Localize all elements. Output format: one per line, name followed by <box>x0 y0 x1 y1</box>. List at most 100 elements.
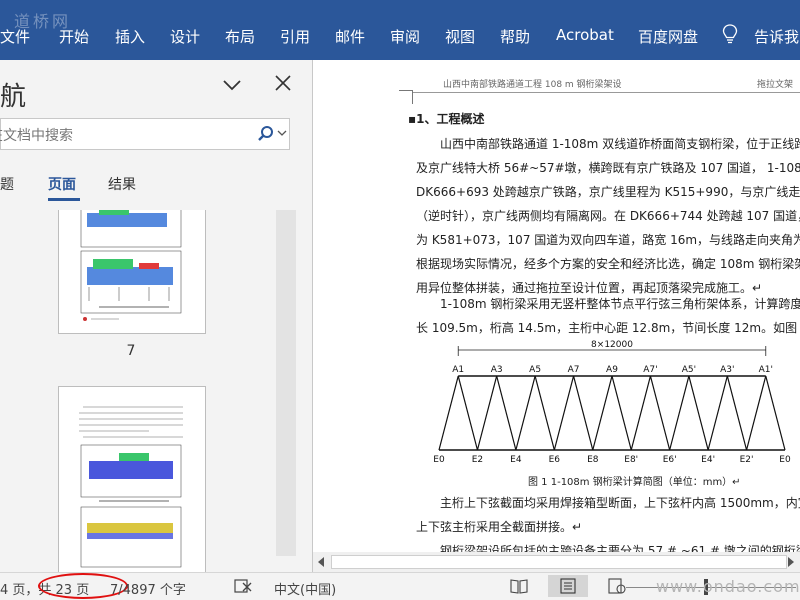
document-page[interactable]: 山西中南部铁路通道工程 108 m 钢桁梁架设 拖拉文架 ▪1、工程概述 山西中… <box>313 60 800 552</box>
body-line: 为 K581+073，107 国道为双向四车道，路宽 16m，与线路走向夹角为 … <box>416 233 800 247</box>
bottom-node-label: E2' <box>740 455 754 465</box>
ribbon-tab-bar: 道桥网 文件 开始 插入 设计 布局 引用 邮件 审阅 视图 帮助 Acroba… <box>0 0 800 60</box>
tab-mailings[interactable]: 邮件 <box>335 26 365 47</box>
truss-diagonal <box>534 375 555 451</box>
scrollbar-thumb[interactable] <box>331 555 787 569</box>
top-dimension-label: 8×12000 <box>591 340 633 350</box>
nav-pane-title: 导航 <box>0 82 27 112</box>
web-layout-icon[interactable] <box>608 578 626 594</box>
top-node-label: A7' <box>643 365 657 375</box>
read-mode-icon[interactable] <box>510 578 528 594</box>
body-line: 长 109.5m，桁高 14.5m，主桁中心距 12.8m，节间长度 12m。如… <box>416 321 800 335</box>
body-line: 根据现场实际情况，经多个方案的安全和经济比选，确定 108m 钢桁梁架 <box>416 257 800 271</box>
search-options-chevron-icon[interactable] <box>277 129 287 137</box>
word-count-status[interactable]: 7/4897 个字 <box>110 579 186 598</box>
search-icon[interactable] <box>257 125 275 143</box>
horizontal-scrollbar[interactable] <box>313 552 800 572</box>
tab-review[interactable]: 审阅 <box>390 26 420 47</box>
status-bar: 4 页，共 23 页 7/4897 个字 中文(中国) www.ondao.co… <box>0 572 800 600</box>
body-line: DK666+693 处跨越京广铁路，京广线里程为 K515+990，与京广线走向… <box>416 185 800 199</box>
truss-diagonal <box>649 375 671 451</box>
top-node-label: A3' <box>720 365 734 375</box>
scroll-right-arrow-icon[interactable] <box>787 557 795 567</box>
proofing-icon[interactable] <box>234 578 252 594</box>
page-thumbnails: 7 <box>0 210 296 572</box>
bottom-node-label: E6' <box>663 455 677 465</box>
body-line: 用异位整体拼装，通过拖拉至设计位置，再起顶落梁完成施工。↵ <box>416 281 763 295</box>
tab-pages[interactable]: 页面 <box>48 174 76 194</box>
tab-home[interactable]: 开始 <box>59 26 89 47</box>
page-header-right: 拖拉文架 <box>757 80 794 90</box>
page-header-left: 山西中南部铁路通道工程 108 m 钢桁梁架设 <box>443 80 622 90</box>
truss-diagonal <box>669 375 690 451</box>
tab-tell-me[interactable]: 告诉我 <box>754 26 799 47</box>
print-layout-icon <box>560 578 576 594</box>
bottom-node-label: E4' <box>701 455 715 465</box>
top-node-label: A5 <box>529 365 541 375</box>
truss-diagonal <box>726 375 748 451</box>
bottom-node-label: E8 <box>587 455 599 465</box>
truss-diagonal <box>630 375 652 451</box>
tab-design[interactable]: 设计 <box>170 26 200 47</box>
truss-diagonal <box>592 375 613 451</box>
thumbnail-page-number: 7 <box>126 343 136 359</box>
truss-diagonal <box>745 375 767 451</box>
body-line: 主桁上下弦截面均采用焊接箱型断面，上下弦杆内高 1500mm，内宽均 <box>440 496 800 510</box>
tab-references[interactable]: 引用 <box>280 26 310 47</box>
top-node-label: A9 <box>606 365 618 375</box>
truss-diagonal <box>707 375 728 451</box>
search-placeholder: 在文档中搜索 <box>0 128 73 144</box>
top-node-label: A3 <box>491 365 503 375</box>
tab-file[interactable]: 文件 <box>0 26 30 47</box>
truss-diagonal <box>765 375 786 451</box>
active-tab-indicator <box>48 198 80 201</box>
close-icon[interactable] <box>274 74 292 92</box>
nav-pane-scrollbar[interactable] <box>276 210 296 556</box>
thumbnail-content <box>80 210 182 321</box>
top-node-label: A5' <box>682 365 696 375</box>
truss-diagonal <box>496 375 517 451</box>
body-line: 山西中南部铁路通道 1-108m 双线道砟桥面简支钢桁梁，位于正线跨 <box>440 137 800 151</box>
lightbulb-icon[interactable] <box>722 24 738 44</box>
tab-help[interactable]: 帮助 <box>500 26 530 47</box>
document-area: 山西中南部铁路通道工程 108 m 钢桁梁架设 拖拉文架 ▪1、工程概述 山西中… <box>313 60 800 552</box>
tab-acrobat[interactable]: Acrobat <box>556 26 614 44</box>
truss-diagonal <box>553 375 575 451</box>
body-line: 上下弦主桁采用全截面拼接。↵ <box>416 520 583 534</box>
section-heading: ▪1、工程概述 <box>408 112 485 126</box>
truss-diagonal <box>515 375 536 451</box>
truss-diagonal <box>611 375 632 451</box>
bottom-node-label: E0 <box>433 455 445 465</box>
language-status[interactable]: 中文(中国) <box>274 579 336 598</box>
tab-view[interactable]: 视图 <box>445 26 475 47</box>
margin-corner-mark <box>399 90 413 91</box>
margin-corner-mark <box>412 90 413 104</box>
thumbnail-content <box>79 406 183 568</box>
tab-layout[interactable]: 布局 <box>225 26 255 47</box>
scroll-left-arrow-icon[interactable] <box>317 557 325 567</box>
truss-diagonal <box>438 375 459 451</box>
tab-baidu-netdisk[interactable]: 百度网盘 <box>638 26 698 47</box>
top-node-label: A1' <box>759 365 773 375</box>
page-thumbnail-7[interactable] <box>58 210 206 334</box>
bottom-node-label: E0 <box>779 455 791 465</box>
truss-diagram: 8×120009×12000A1A3A5A7A9A7'A5'A3'A1'E0E2… <box>433 340 791 465</box>
bottom-node-label: E6 <box>549 455 561 465</box>
body-line: 1-108m 钢桁梁采用无竖杆整体节点平行弦三角桁架体系，计算跨度 <box>440 297 800 311</box>
tab-insert[interactable]: 插入 <box>115 26 145 47</box>
print-layout-button[interactable] <box>548 575 588 597</box>
truss-diagonal <box>476 375 498 451</box>
body-line: 及京广线特大桥 56#~57#墩，横跨既有京广铁路及 107 国道， 1-108… <box>416 161 800 175</box>
bottom-node-label: E2 <box>472 455 483 465</box>
page-thumbnail-8[interactable] <box>58 386 206 572</box>
tab-headings[interactable]: 标题 <box>0 174 14 194</box>
truss-diagonal <box>688 375 709 451</box>
top-node-label: A1 <box>452 365 464 375</box>
truss-diagonal <box>572 375 594 451</box>
nav-search-input[interactable]: 在文档中搜索 <box>0 118 290 150</box>
bottom-node-label: E4 <box>510 455 522 465</box>
tab-results[interactable]: 结果 <box>108 174 136 194</box>
chevron-down-icon[interactable] <box>222 78 242 92</box>
bottom-node-label: E8' <box>624 455 638 465</box>
body-line: 钢桁梁架设所包括的主跨设备主要分为 57 # ~61 # 墩之间的钢桁梁 <box>440 544 800 552</box>
